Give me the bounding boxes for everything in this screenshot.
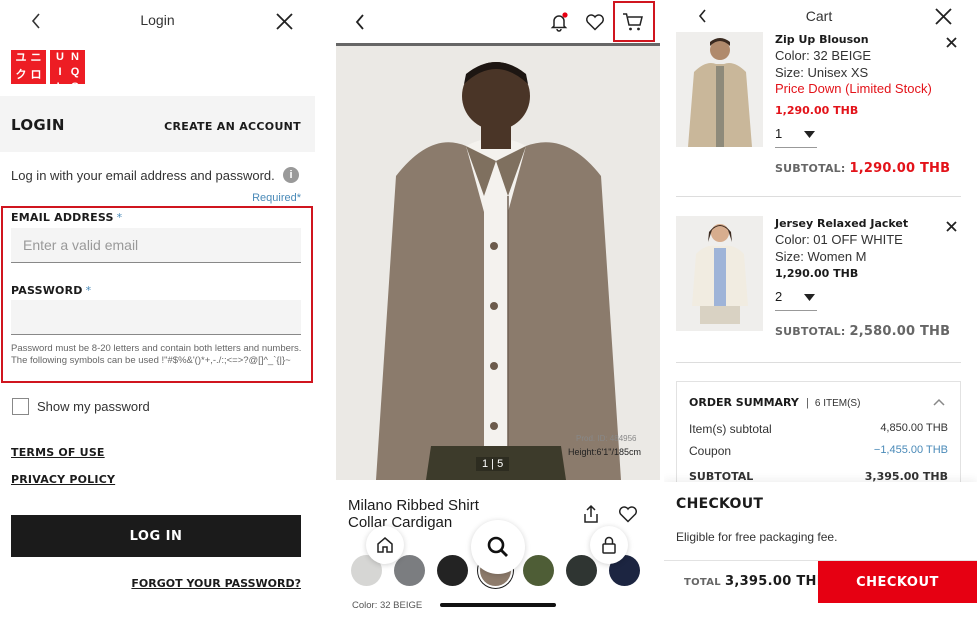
info-icon[interactable]: i — [283, 167, 299, 183]
quantity-value: 1 — [775, 126, 783, 141]
checkout-heading: CHECKOUT — [676, 496, 764, 512]
show-password-checkbox[interactable] — [12, 398, 29, 415]
cart-item-image[interactable] — [676, 32, 763, 147]
order-total: TOTAL 3,395.00 THB — [684, 574, 827, 589]
home-nav-button[interactable] — [366, 526, 404, 564]
cart-screen: Cart Zip Up Blouson Color: 32 BEIGE Size… — [664, 0, 977, 619]
dropdown-arrow-icon — [804, 131, 815, 138]
cart-item-subtotal: SUBTOTAL: 1,290.00 THB — [775, 161, 951, 176]
close-icon[interactable] — [273, 10, 295, 32]
password-field[interactable] — [11, 300, 301, 335]
cart-item-color: Color: 32 BEIGE — [775, 48, 872, 63]
login-intro-text: Log in with your email address and passw… — [11, 168, 275, 183]
privacy-policy-link[interactable]: PRIVACY POLICY — [11, 473, 115, 486]
color-swatch-dark-green[interactable] — [566, 555, 597, 586]
email-label: EMAIL ADDRESS * — [11, 211, 123, 224]
color-swatch-black[interactable] — [437, 555, 468, 586]
login-button[interactable]: LOG IN — [11, 515, 301, 557]
login-screen: Login ユニ クロ UNI QLO LOGIN CREATE AN ACCO… — [0, 0, 315, 619]
model-height-label: Height:6'1"/185cm — [568, 447, 641, 457]
quantity-value: 2 — [775, 289, 783, 304]
share-icon[interactable] — [580, 503, 602, 525]
cart-item-size: Size: Women M — [775, 249, 867, 264]
product-photo[interactable] — [336, 46, 660, 480]
forgot-password-link[interactable]: FORGOT YOUR PASSWORD? — [131, 577, 301, 590]
cart-item-color: Color: 01 OFF WHITE — [775, 232, 903, 247]
close-icon[interactable] — [932, 5, 954, 27]
quantity-select[interactable]: 2 — [775, 289, 817, 311]
order-summary-card: ORDER SUMMARY | 6 ITEM(S) Item(s) subtot… — [676, 381, 961, 491]
cart-item-name[interactable]: Jersey Relaxed Jacket — [775, 217, 908, 230]
account-nav-button[interactable] — [590, 526, 628, 564]
collapse-chevron-icon[interactable] — [931, 394, 947, 410]
cart-icon[interactable] — [621, 11, 645, 33]
cart-item-image[interactable] — [676, 216, 763, 331]
terms-of-use-link[interactable]: TERMS OF USE — [11, 446, 105, 459]
home-icon — [377, 537, 393, 553]
cart-item-size: Size: Unisex XS — [775, 65, 869, 80]
page-title: Login — [140, 12, 175, 28]
logo-latin-block: UNI QLO — [50, 50, 85, 93]
item-divider — [676, 362, 961, 363]
tab-login[interactable]: LOGIN — [11, 116, 65, 134]
password-hint: Password must be 8-20 letters and contai… — [11, 343, 302, 366]
cart-item-price: 1,290.00 THB — [775, 267, 859, 280]
color-swatch-olive[interactable] — [523, 555, 554, 586]
uniqlo-logo[interactable]: ユニ クロ UNI QLO — [11, 50, 85, 93]
cart-item-subtotal: SUBTOTAL: 2,580.00 THB — [775, 324, 951, 339]
summary-row-subtotal: Item(s) subtotal 4,850.00 THB — [689, 422, 948, 436]
product-screen: Prod. ID: 484956 Height:6'1"/185cm 1 | 5… — [336, 0, 660, 619]
remove-item-icon[interactable] — [943, 34, 959, 50]
dropdown-arrow-icon — [804, 294, 815, 301]
email-field[interactable] — [11, 228, 301, 263]
favorite-heart-icon[interactable] — [616, 503, 640, 525]
selected-color-label: Color: 32 BEIGE — [352, 600, 423, 611]
summary-row-coupon: Coupon −1,455.00 THB — [689, 444, 948, 458]
eligibility-note: Eligible for free packaging fee. — [676, 530, 838, 544]
cart-item-price: 1,290.00 THB — [775, 104, 859, 117]
back-chevron-icon[interactable] — [350, 12, 370, 32]
page-title: Cart — [805, 8, 833, 24]
cart-item-price-note: Price Down (Limited Stock) — [775, 81, 932, 96]
item-divider — [676, 196, 961, 197]
wishlist-heart-icon[interactable] — [584, 11, 606, 33]
cart-item-name[interactable]: Zip Up Blouson — [775, 33, 869, 46]
color-swatch-gray[interactable] — [394, 555, 425, 586]
image-pager: 1 | 5 — [476, 457, 510, 471]
search-nav-button[interactable] — [471, 520, 525, 574]
remove-item-icon[interactable] — [943, 218, 959, 234]
quantity-select[interactable]: 1 — [775, 126, 817, 148]
order-summary-title: ORDER SUMMARY — [689, 396, 799, 409]
order-summary-header[interactable]: ORDER SUMMARY | 6 ITEM(S) — [689, 396, 860, 409]
login-tabs: LOGIN CREATE AN ACCOUNT — [0, 96, 315, 152]
product-id-label: Prod. ID: 484956 — [576, 434, 637, 443]
show-password-label[interactable]: Show my password — [37, 399, 150, 414]
search-icon — [487, 536, 508, 557]
create-account-link[interactable]: CREATE AN ACCOUNT — [164, 120, 301, 133]
password-label: PASSWORD * — [11, 284, 92, 297]
item-count: 6 ITEM(S) — [814, 398, 861, 409]
home-indicator — [440, 603, 556, 607]
required-note: Required* — [252, 192, 301, 204]
bell-icon[interactable] — [548, 11, 570, 33]
checkout-button[interactable]: CHECKOUT — [818, 561, 977, 603]
logo-katakana-block: ユニ クロ — [11, 50, 46, 84]
account-lock-icon — [602, 536, 616, 554]
